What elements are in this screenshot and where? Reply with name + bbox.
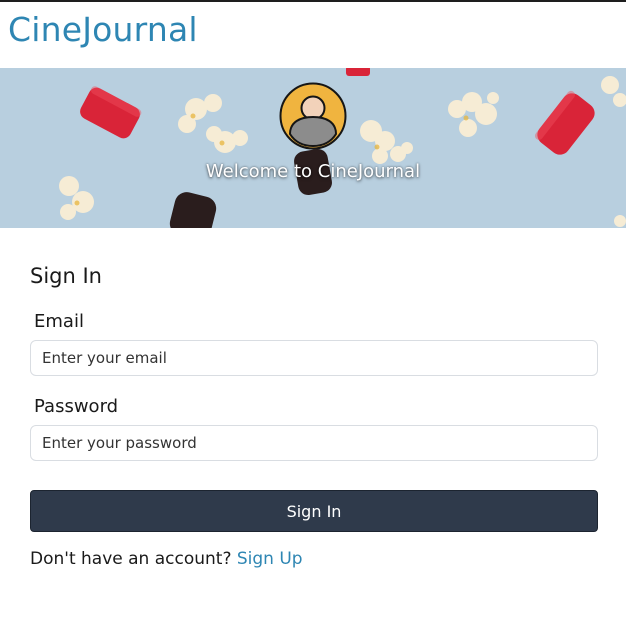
password-field[interactable]	[30, 425, 598, 461]
sign-in-button[interactable]: Sign In	[30, 490, 598, 532]
site-header: CineJournal	[0, 2, 626, 68]
hero-banner: Welcome to CineJournal	[0, 68, 626, 228]
signup-prompt-row: Don't have an account? Sign Up	[30, 548, 303, 570]
user-avatar-icon	[279, 82, 347, 150]
email-field[interactable]	[30, 340, 598, 376]
sign-up-link[interactable]: Sign Up	[237, 549, 303, 569]
hero-title: Welcome to CineJournal	[205, 161, 421, 182]
signup-prompt-text: Don't have an account?	[30, 549, 232, 569]
form-title: Sign In	[30, 264, 102, 288]
password-label: Password	[34, 396, 119, 417]
brand-logo[interactable]: CineJournal	[8, 10, 198, 50]
sign-in-page: CineJournal Welcome to CineJournal Sign …	[0, 0, 626, 640]
red-licorice-top	[346, 68, 370, 76]
email-label: Email	[34, 311, 84, 332]
